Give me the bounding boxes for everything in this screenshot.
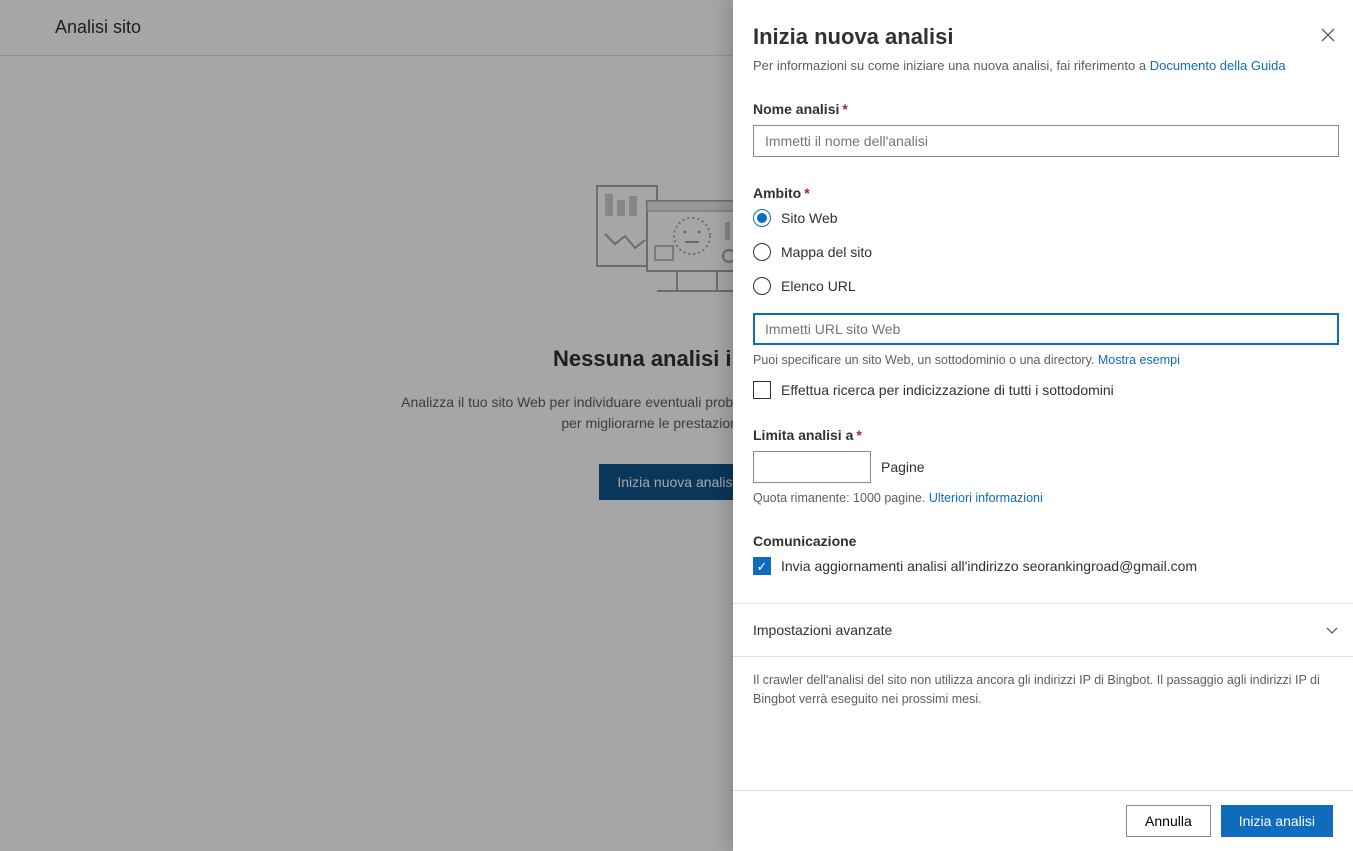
- scope-option-website[interactable]: Sito Web: [753, 209, 1339, 227]
- panel-subtitle: Per informazioni su come iniziare una nu…: [753, 58, 1339, 73]
- url-input[interactable]: [753, 313, 1339, 345]
- scope-option-sitemap[interactable]: Mappa del sito: [753, 243, 1339, 261]
- limit-label: Limita analisi a*: [753, 427, 1339, 443]
- page-title: Analisi sito: [55, 17, 141, 38]
- scope-label: Ambito*: [753, 185, 1339, 201]
- subdomains-checkbox[interactable]: Effettua ricerca per indicizzazione di t…: [753, 381, 1339, 399]
- scope-option-urllist[interactable]: Elenco URL: [753, 277, 1339, 295]
- crawler-ip-note: Il crawler dell'analisi del sito non uti…: [753, 657, 1339, 709]
- send-updates-checkbox[interactable]: ✓ Invia aggiornamenti analisi all'indiri…: [753, 557, 1339, 575]
- show-examples-link[interactable]: Mostra esempi: [1098, 353, 1180, 367]
- analysis-name-input[interactable]: [753, 125, 1339, 157]
- checkbox-icon: ✓: [753, 557, 771, 575]
- start-analysis-submit-button[interactable]: Inizia analisi: [1221, 805, 1333, 837]
- scope-option-label: Mappa del sito: [781, 244, 872, 260]
- name-label: Nome analisi*: [753, 101, 1339, 117]
- start-analysis-button[interactable]: Inizia nuova analisi: [599, 464, 753, 500]
- radio-icon: [753, 209, 771, 227]
- advanced-settings-toggle[interactable]: Impostazioni avanzate: [753, 604, 1339, 656]
- help-doc-link[interactable]: Documento della Guida: [1150, 58, 1286, 73]
- radio-icon: [753, 243, 771, 261]
- url-hint-text: Puoi specificare un sito Web, un sottodo…: [753, 353, 1098, 367]
- chevron-down-icon: [1325, 623, 1339, 637]
- limit-pages-input[interactable]: [753, 451, 871, 483]
- panel-footer: Annulla Inizia analisi: [733, 790, 1353, 851]
- close-icon: [1321, 28, 1335, 42]
- scope-option-label: Sito Web: [781, 210, 838, 226]
- cancel-button[interactable]: Annulla: [1126, 805, 1211, 837]
- close-button[interactable]: [1317, 24, 1339, 49]
- checkbox-icon: [753, 381, 771, 399]
- panel-subtitle-text: Per informazioni su come iniziare una nu…: [753, 58, 1150, 73]
- quota-hint: Quota rimanente: 1000 pagine. Ulteriori …: [753, 491, 1339, 505]
- quota-info-link[interactable]: Ulteriori informazioni: [929, 491, 1043, 505]
- advanced-settings-label: Impostazioni avanzate: [753, 622, 892, 638]
- pages-unit-label: Pagine: [881, 459, 925, 475]
- communication-label: Comunicazione: [753, 533, 1339, 549]
- new-analysis-panel: Inizia nuova analisi Per informazioni su…: [733, 0, 1353, 851]
- quota-text: Quota rimanente: 1000 pagine.: [753, 491, 929, 505]
- checkbox-label: Effettua ricerca per indicizzazione di t…: [781, 382, 1114, 398]
- panel-title: Inizia nuova analisi: [753, 24, 954, 50]
- scope-option-label: Elenco URL: [781, 278, 856, 294]
- checkbox-label: Invia aggiornamenti analisi all'indirizz…: [781, 558, 1197, 574]
- radio-icon: [753, 277, 771, 295]
- url-hint: Puoi specificare un sito Web, un sottodo…: [753, 353, 1339, 367]
